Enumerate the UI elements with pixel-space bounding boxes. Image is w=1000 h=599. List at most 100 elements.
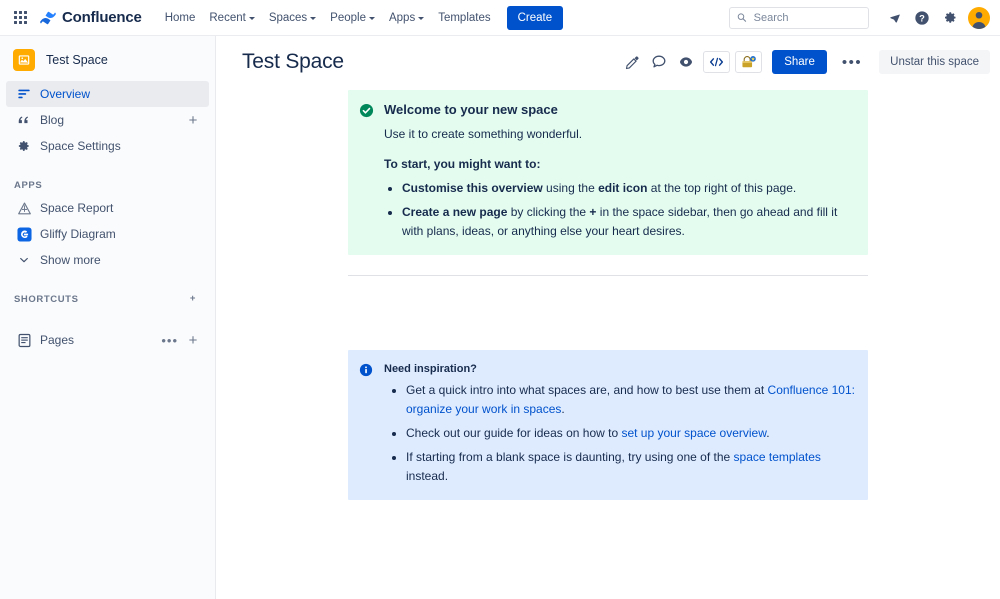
sidebar-item-space-report[interactable]: Space Report <box>6 195 209 221</box>
sidebar-section-apps: APPS <box>0 175 215 195</box>
sidebar-item-gliffy-diagram[interactable]: Gliffy Diagram <box>6 221 209 247</box>
chevron-down-icon <box>248 16 255 20</box>
nav-link-apps-label: Apps <box>388 11 416 24</box>
sidebar-item-pages-label: Pages <box>40 333 75 347</box>
sidebar-item-overview[interactable]: Overview <box>6 81 209 107</box>
comment-bubble-icon[interactable] <box>647 50 671 74</box>
search-icon <box>737 13 747 22</box>
gear-glyph <box>944 12 955 23</box>
settings-gear-icon[interactable] <box>937 5 963 31</box>
space-image-icon <box>13 49 35 71</box>
sidebar-item-space-report-label: Space Report <box>40 201 114 215</box>
grid-apps-icon[interactable] <box>8 6 32 30</box>
bold-text: edit icon <box>598 181 648 195</box>
inspiration-panel-title: Need inspiration? <box>384 363 477 375</box>
help-glyph: ? <box>915 10 929 25</box>
search-box[interactable] <box>729 6 869 29</box>
eye-watch-icon[interactable] <box>674 50 698 74</box>
global-navigation-bar: Confluence Home Recent Spaces People App… <box>0 0 1000 36</box>
sidebar-item-show-more[interactable]: Show more <box>6 247 209 273</box>
page-title: Test Space <box>242 50 344 73</box>
add-shortcut-icon[interactable]: + <box>185 291 201 307</box>
list-item: Check out our guide for ideas on how to … <box>406 424 855 443</box>
plain-text: using the <box>542 181 599 195</box>
welcome-panel-body: Welcome to your new space Use it to crea… <box>377 101 855 241</box>
content-link[interactable]: set up your space overview <box>621 426 766 440</box>
plain-text: instead. <box>406 469 449 483</box>
list-item: Create a new page by clicking the + in t… <box>402 203 855 241</box>
sidebar-section-shortcuts: SHORTCUTS + <box>0 289 215 309</box>
main-content-area: Test Space Share ••• Unstar this space W… <box>217 36 1000 599</box>
nav-link-home[interactable]: Home <box>158 7 203 29</box>
chevron-down-glyph <box>20 257 28 263</box>
notifications-bell-icon[interactable] <box>881 5 907 31</box>
content-link[interactable]: space templates <box>734 450 821 464</box>
nav-link-recent[interactable]: Recent <box>202 7 261 29</box>
user-avatar[interactable] <box>968 6 990 29</box>
space-report-glyph <box>17 202 31 214</box>
plain-text: Check out our guide for ideas on how to <box>406 426 622 440</box>
help-question-icon[interactable]: ? <box>909 5 935 31</box>
page-header-row: Test Space Share ••• Unstar this space <box>217 36 1000 74</box>
pencil-edit-icon[interactable] <box>620 50 644 74</box>
pages-more-options-icon[interactable]: ••• <box>161 334 181 347</box>
gear-glyph <box>18 141 29 151</box>
sidebar-item-blog[interactable]: Blog + <box>6 107 209 133</box>
pages-document-glyph <box>18 333 30 347</box>
confluence-logo-icon <box>40 11 56 24</box>
info-circle-glyph <box>359 363 373 377</box>
chevron-down-icon <box>14 254 34 266</box>
nav-link-templates-label: Templates <box>438 11 491 24</box>
code-brackets-icon[interactable] <box>703 51 731 73</box>
nav-link-recent-label: Recent <box>209 11 246 24</box>
nav-link-templates[interactable]: Templates <box>431 7 497 29</box>
more-actions-button[interactable]: ••• <box>834 51 870 74</box>
sidebar-item-blog-label: Blog <box>40 113 65 127</box>
overview-lines-icon <box>14 87 34 101</box>
nav-link-spaces-label: Spaces <box>268 11 308 24</box>
welcome-panel: Welcome to your new space Use it to crea… <box>348 90 868 255</box>
gliffy-glyph <box>16 226 32 242</box>
space-header[interactable]: Test Space <box>0 36 215 81</box>
list-item: Get a quick intro into what spaces are, … <box>406 381 855 419</box>
space-name-label: Test Space <box>46 53 108 67</box>
bold-text: Customise this overview <box>402 181 543 195</box>
sidebar-item-space-settings-label: Space Settings <box>40 139 121 153</box>
search-input[interactable] <box>751 10 861 25</box>
grid-apps-glyph <box>13 11 27 24</box>
share-button[interactable]: Share <box>772 50 827 74</box>
eye-glyph <box>680 57 693 67</box>
create-button[interactable]: Create <box>506 5 564 30</box>
plain-text: If starting from a blank space is daunti… <box>406 450 734 464</box>
svg-text:?: ? <box>919 13 925 23</box>
sidebar-item-space-settings[interactable]: Space Settings <box>6 133 209 159</box>
sidebar-item-pages[interactable]: Pages ••• + <box>6 327 209 353</box>
chevron-down-icon <box>368 16 375 20</box>
unstar-space-button[interactable]: Unstar this space <box>879 50 990 74</box>
inspiration-panel-body: Need inspiration? Get a quick intro into… <box>377 361 855 486</box>
space-report-icon <box>14 201 34 216</box>
app-badge-icon[interactable] <box>735 51 763 73</box>
nav-link-home-label: Home <box>164 11 196 24</box>
confluence-home-link[interactable]: Confluence <box>39 9 142 27</box>
sidebar-item-show-more-label: Show more <box>40 253 101 267</box>
list-item: Customise this overview using the edit i… <box>402 179 855 198</box>
add-blog-post-icon[interactable]: + <box>185 112 201 128</box>
info-circle-icon <box>359 361 377 486</box>
nav-link-spaces[interactable]: Spaces <box>262 7 323 29</box>
bell-glyph <box>889 14 900 23</box>
inspiration-panel-list: Get a quick intro into what spaces are, … <box>384 381 855 486</box>
success-check-glyph <box>359 103 374 118</box>
brand-name: Confluence <box>62 9 142 26</box>
page-actions-toolbar: Share ••• Unstar this space <box>620 50 992 74</box>
add-page-icon[interactable]: + <box>185 332 201 348</box>
sidebar-item-overview-label: Overview <box>40 87 91 101</box>
nav-link-apps[interactable]: Apps <box>382 7 431 29</box>
nav-link-people[interactable]: People <box>323 7 382 29</box>
pages-document-icon <box>14 333 34 348</box>
bold-text: Create a new page <box>402 205 508 219</box>
quote-glyph <box>18 116 29 124</box>
plain-text: Get a quick intro into what spaces are, … <box>406 383 768 397</box>
code-glyph <box>710 57 724 67</box>
